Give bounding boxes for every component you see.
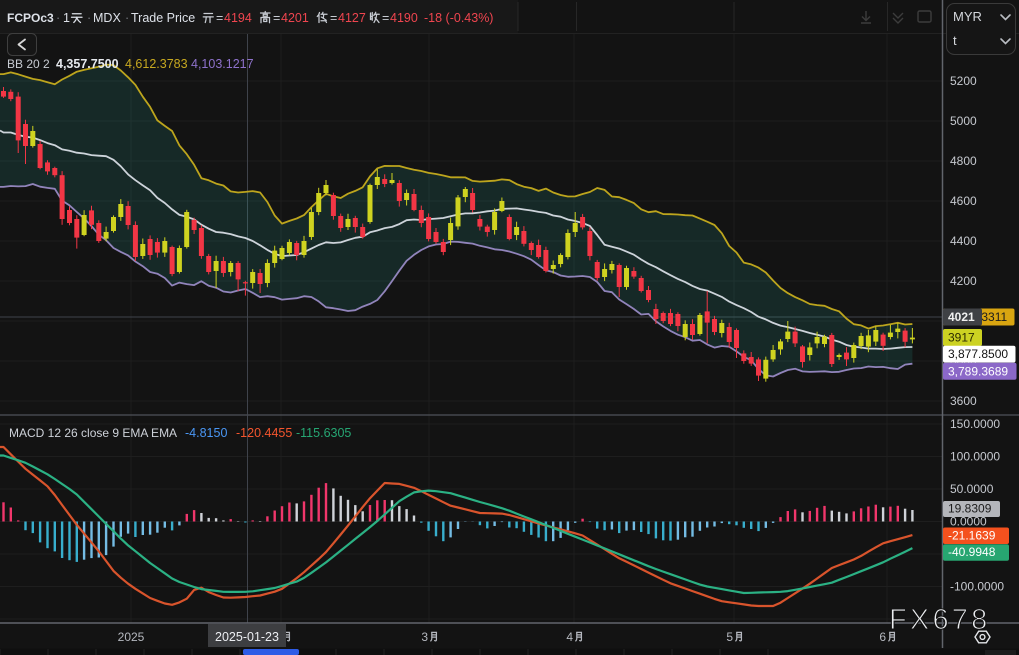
svg-text:1: 1 (63, 11, 70, 25)
svg-text:4021: 4021 (948, 310, 975, 324)
svg-text:4200: 4200 (950, 274, 977, 288)
svg-text:=: = (216, 11, 223, 25)
svg-text:=: = (382, 11, 389, 25)
svg-text:4400: 4400 (950, 234, 977, 248)
svg-text:-100.0000: -100.0000 (950, 580, 1004, 594)
svg-text:-120.4455: -120.4455 (236, 426, 292, 440)
svg-text:MYR: MYR (953, 9, 982, 24)
svg-text:19.8309: 19.8309 (948, 502, 992, 516)
svg-text:-115.6305: -115.6305 (296, 426, 351, 440)
svg-text:4190: 4190 (390, 11, 418, 25)
svg-text:5: 5 (726, 630, 733, 644)
svg-text:5000: 5000 (950, 114, 977, 128)
svg-text:·: · (125, 11, 129, 25)
svg-text:3,877.8500: 3,877.8500 (948, 347, 1008, 361)
svg-text:4127: 4127 (338, 11, 366, 25)
svg-text:-4.8150: -4.8150 (185, 426, 227, 440)
svg-text:4,103.1217: 4,103.1217 (191, 57, 254, 71)
svg-text:BB 20 2: BB 20 2 (7, 57, 50, 71)
svg-text:4,612.3783: 4,612.3783 (125, 57, 188, 71)
svg-text:4194: 4194 (224, 11, 252, 25)
svg-text:4: 4 (566, 630, 573, 644)
svg-text:t: t (953, 33, 957, 48)
svg-text:4600: 4600 (950, 194, 977, 208)
svg-text:=: = (330, 11, 337, 25)
svg-text:4,357.7500: 4,357.7500 (56, 57, 119, 71)
svg-text:FX678: FX678 (889, 604, 990, 636)
svg-text:2025: 2025 (118, 630, 145, 644)
svg-text:=: = (273, 11, 280, 25)
svg-text:150.0000: 150.0000 (950, 417, 1000, 431)
svg-text:5200: 5200 (950, 74, 977, 88)
svg-text:4201: 4201 (281, 11, 309, 25)
svg-text:6: 6 (879, 630, 886, 644)
svg-text:-40.9948: -40.9948 (948, 545, 996, 559)
svg-text:-18 (-0.43%): -18 (-0.43%) (424, 11, 493, 25)
svg-text:·: · (87, 11, 91, 25)
svg-text:2025-01-23: 2025-01-23 (215, 630, 279, 644)
svg-text:3,789.3689: 3,789.3689 (948, 364, 1008, 378)
svg-text:4800: 4800 (950, 154, 977, 168)
svg-text:·: · (56, 11, 60, 25)
svg-text:3600: 3600 (950, 394, 977, 408)
svg-text:50.0000: 50.0000 (950, 482, 994, 496)
svg-text:3: 3 (421, 630, 428, 644)
svg-text:Trade Price: Trade Price (131, 11, 195, 25)
svg-text:-21.1639: -21.1639 (948, 529, 996, 543)
svg-text:FCPOc3: FCPOc3 (7, 11, 54, 25)
svg-text:100.0000: 100.0000 (950, 450, 1000, 464)
svg-text:MDX: MDX (93, 11, 121, 25)
svg-text:MACD 12 26 close 9 EMA EMA: MACD 12 26 close 9 EMA EMA (9, 426, 177, 440)
svg-text:3917: 3917 (948, 331, 975, 345)
